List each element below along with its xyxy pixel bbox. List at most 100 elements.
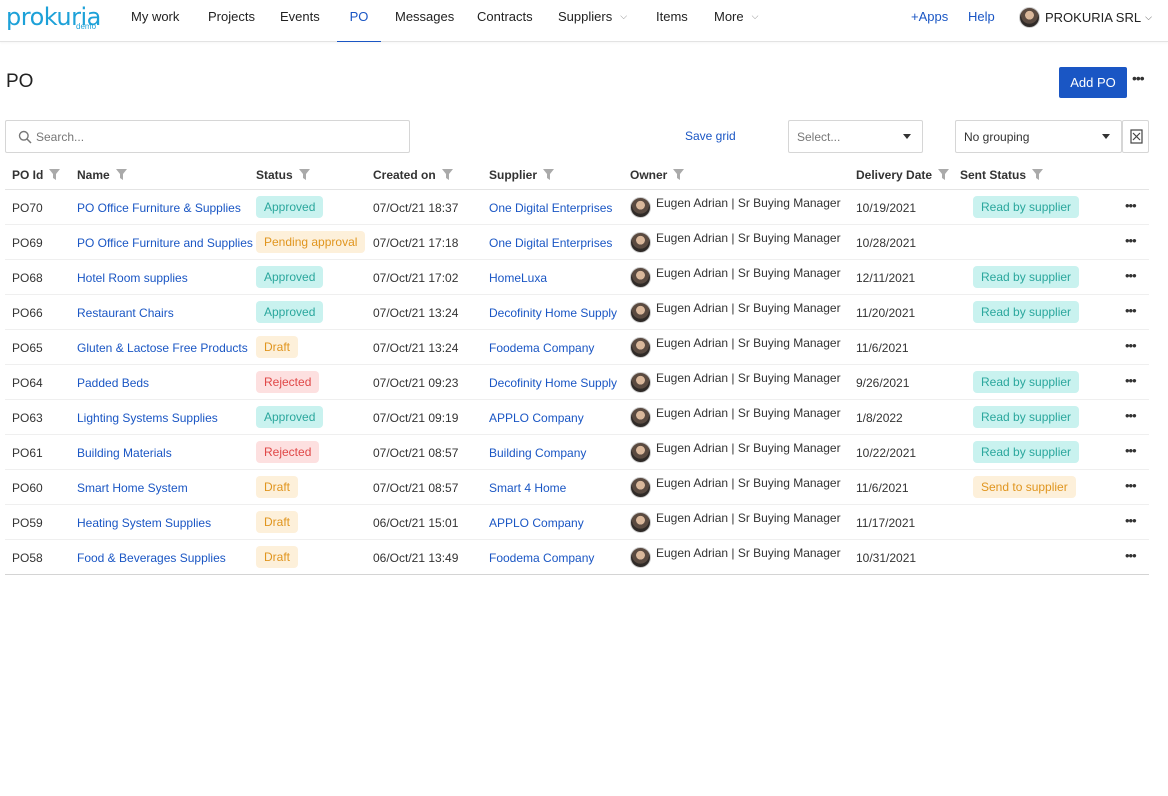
row-actions-ellipsis-icon[interactable]: ••• bbox=[1125, 408, 1137, 423]
supplier-link[interactable]: Decofinity Home Supply bbox=[489, 376, 617, 390]
po-name-link[interactable]: Heating System Supplies bbox=[77, 516, 211, 530]
po-id-cell: PO59 bbox=[12, 516, 43, 530]
po-name-link[interactable]: Padded Beds bbox=[77, 376, 149, 390]
column-header-status[interactable]: Status bbox=[256, 168, 310, 182]
supplier-link[interactable]: Decofinity Home Supply bbox=[489, 306, 617, 320]
column-header-po-id[interactable]: PO Id bbox=[12, 168, 61, 182]
filter-icon[interactable] bbox=[115, 169, 127, 180]
nav-more[interactable]: More ⌵ bbox=[714, 0, 758, 42]
nav-suppliers[interactable]: Suppliers ⌵ bbox=[558, 0, 627, 42]
avatar bbox=[1019, 6, 1040, 28]
row-actions-ellipsis-icon[interactable]: ••• bbox=[1125, 373, 1137, 388]
export-excel-button[interactable] bbox=[1122, 120, 1149, 153]
column-header-delivery-date[interactable]: Delivery Date bbox=[856, 168, 950, 182]
column-header-supplier[interactable]: Supplier bbox=[489, 168, 555, 182]
user-menu[interactable]: PROKURIA SRL ⌵ bbox=[1019, 6, 1152, 28]
logo-subtitle: demo bbox=[76, 22, 97, 31]
supplier-link[interactable]: APPLO Company bbox=[489, 516, 584, 530]
owner-cell: Eugen Adrian | Sr Buying Manager bbox=[630, 442, 841, 463]
apps-link[interactable]: +Apps bbox=[911, 0, 948, 42]
status-badge: Pending approval bbox=[256, 231, 366, 253]
table-row[interactable]: PO60 Smart Home System Draft 07/Oct/21 08:5… bbox=[5, 470, 1149, 505]
supplier-link[interactable]: Foodema Company bbox=[489, 551, 594, 565]
po-name-link[interactable]: Gluten & Lactose Free Products bbox=[77, 341, 248, 355]
po-name-link[interactable]: Smart Home System bbox=[77, 481, 188, 495]
table-row[interactable]: PO63 Lighting Systems Supplies Approved 07/… bbox=[5, 400, 1149, 435]
table-row[interactable]: PO66 Restaurant Chairs Approved 07/Oct/21 1… bbox=[5, 295, 1149, 330]
supplier-link[interactable]: One Digital Enterprises bbox=[489, 201, 612, 215]
filter-select[interactable]: Select... bbox=[788, 120, 923, 153]
nav-contracts[interactable]: Contracts bbox=[477, 0, 533, 42]
nav-projects[interactable]: Projects bbox=[208, 0, 255, 42]
supplier-link[interactable]: HomeLuxa bbox=[489, 271, 547, 285]
filter-icon[interactable] bbox=[298, 169, 310, 180]
filter-icon[interactable] bbox=[1032, 169, 1044, 180]
row-actions-ellipsis-icon[interactable]: ••• bbox=[1125, 478, 1137, 493]
avatar bbox=[630, 372, 651, 393]
row-actions-ellipsis-icon[interactable]: ••• bbox=[1125, 303, 1137, 318]
nav-label: Messages bbox=[395, 9, 455, 24]
supplier-link[interactable]: One Digital Enterprises bbox=[489, 236, 612, 250]
filter-icon[interactable] bbox=[673, 169, 685, 180]
add-po-button[interactable]: Add PO bbox=[1059, 67, 1127, 98]
nav-messages[interactable]: Messages bbox=[395, 0, 454, 42]
table-row[interactable]: PO58 Food & Beverages Supplies Draft 06/Oct… bbox=[5, 540, 1149, 575]
avatar bbox=[630, 267, 651, 288]
save-grid-link[interactable]: Save grid bbox=[685, 129, 736, 143]
table-row[interactable]: PO70 PO Office Furniture & Supplies Approv… bbox=[5, 190, 1149, 225]
created-on-cell: 06/Oct/21 13:49 bbox=[373, 551, 459, 565]
po-name-link[interactable]: Lighting Systems Supplies bbox=[77, 411, 218, 425]
grouping-select[interactable]: No grouping bbox=[955, 120, 1122, 153]
prokuria-logo[interactable]: prokuria demo bbox=[6, 2, 106, 32]
table-row[interactable]: PO59 Heating System Supplies Draft 06/Oct/2… bbox=[5, 505, 1149, 540]
nav-po[interactable]: PO bbox=[337, 0, 381, 42]
po-name-link[interactable]: Food & Beverages Supplies bbox=[77, 551, 226, 565]
row-actions-ellipsis-icon[interactable]: ••• bbox=[1125, 268, 1137, 283]
po-name-link[interactable]: Hotel Room supplies bbox=[77, 271, 188, 285]
nav-events[interactable]: Events bbox=[280, 0, 320, 42]
po-name-link[interactable]: PO Office Furniture and Supplies bbox=[77, 236, 253, 250]
filter-icon[interactable] bbox=[938, 169, 950, 180]
caret-down-icon bbox=[903, 134, 911, 139]
filter-icon[interactable] bbox=[49, 169, 61, 180]
ellipsis-icon[interactable]: ••• bbox=[1132, 70, 1145, 86]
row-actions-ellipsis-icon[interactable]: ••• bbox=[1125, 198, 1137, 213]
search-input[interactable] bbox=[36, 128, 396, 146]
table-row[interactable]: PO64 Padded Beds Rejected 07/Oct/21 09:23 De… bbox=[5, 365, 1149, 400]
table-row[interactable]: PO61 Building Materials Rejected 07/Oct/21 … bbox=[5, 435, 1149, 470]
column-label: Name bbox=[77, 168, 110, 182]
table-row[interactable]: PO69 PO Office Furniture and Supplies Pend… bbox=[5, 225, 1149, 260]
column-header-created-on[interactable]: Created on bbox=[373, 168, 453, 182]
filter-icon[interactable] bbox=[441, 169, 453, 180]
grid-header: PO Id Name Status Created on Supplier Ow… bbox=[5, 160, 1149, 190]
created-on-cell: 07/Oct/21 13:24 bbox=[373, 341, 459, 355]
row-actions-ellipsis-icon[interactable]: ••• bbox=[1125, 338, 1137, 353]
avatar bbox=[630, 547, 651, 568]
table-row[interactable]: PO65 Gluten & Lactose Free Products Draft 0… bbox=[5, 330, 1149, 365]
column-header-owner[interactable]: Owner bbox=[630, 168, 685, 182]
row-actions-ellipsis-icon[interactable]: ••• bbox=[1125, 233, 1137, 248]
supplier-link[interactable]: Smart 4 Home bbox=[489, 481, 566, 495]
po-name-link[interactable]: PO Office Furniture & Supplies bbox=[77, 201, 241, 215]
row-actions-ellipsis-icon[interactable]: ••• bbox=[1125, 548, 1137, 563]
owner-cell: Eugen Adrian | Sr Buying Manager bbox=[630, 512, 841, 533]
owner-name: Eugen Adrian | Sr Buying Manager bbox=[656, 231, 841, 245]
column-header-sent-status[interactable]: Sent Status bbox=[960, 168, 1044, 182]
filter-icon[interactable] bbox=[543, 169, 555, 180]
column-header-name[interactable]: Name bbox=[77, 168, 127, 182]
table-row[interactable]: PO68 Hotel Room supplies Approved 07/Oct/21… bbox=[5, 260, 1149, 295]
delivery-date-cell: 11/17/2021 bbox=[856, 516, 916, 530]
delivery-date-cell: 10/31/2021 bbox=[856, 551, 917, 565]
po-name-link[interactable]: Restaurant Chairs bbox=[77, 306, 174, 320]
po-id-cell: PO69 bbox=[12, 236, 43, 250]
help-link[interactable]: Help bbox=[968, 0, 995, 42]
supplier-link[interactable]: APPLO Company bbox=[489, 411, 584, 425]
supplier-link[interactable]: Foodema Company bbox=[489, 341, 594, 355]
row-actions-ellipsis-icon[interactable]: ••• bbox=[1125, 513, 1137, 528]
created-on-cell: 07/Oct/21 13:24 bbox=[373, 306, 459, 320]
nav-my-work[interactable]: My work bbox=[131, 0, 179, 42]
nav-items[interactable]: Items bbox=[656, 0, 688, 42]
row-actions-ellipsis-icon[interactable]: ••• bbox=[1125, 443, 1137, 458]
supplier-link[interactable]: Building Company bbox=[489, 446, 586, 460]
po-name-link[interactable]: Building Materials bbox=[77, 446, 172, 460]
